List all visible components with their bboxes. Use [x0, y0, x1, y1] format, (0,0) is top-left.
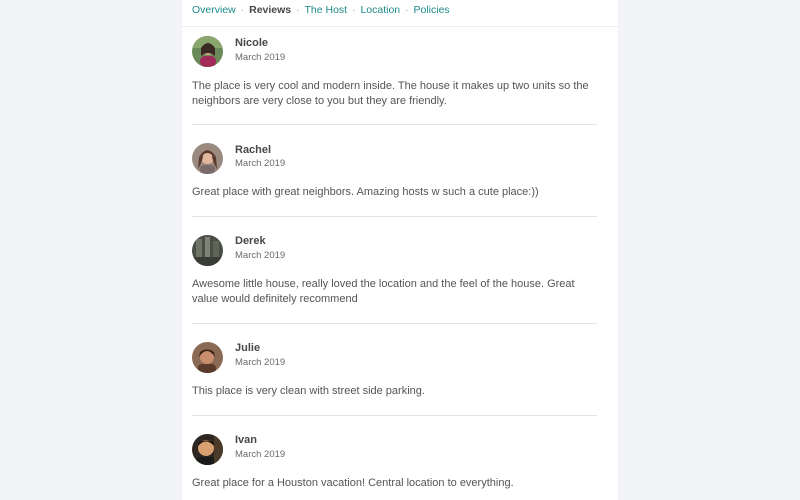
review-text: Awesome little house, really loved the l… [192, 278, 575, 305]
review-divider [192, 415, 597, 416]
review-date: March 2019 [235, 250, 286, 261]
review-date: March 2019 [235, 357, 286, 368]
review-item: Ivan March 2019 Great place for a Housto… [192, 434, 597, 500]
reviewer-name[interactable]: Derek [235, 235, 266, 247]
reviewer-name[interactable]: Rachel [235, 144, 271, 156]
reviewer-name[interactable]: Ivan [235, 434, 257, 446]
nav-separator: · [296, 4, 300, 16]
nav-separator: · [240, 4, 245, 16]
reviewer-name[interactable]: Nicole [235, 37, 268, 49]
review-text: Great place with great neighbors. Amazin… [192, 186, 539, 198]
review-date: March 2019 [235, 449, 286, 460]
review-item: Julie March 2019 This place is very clea… [192, 342, 597, 407]
review-divider [192, 216, 597, 217]
reviewer-name[interactable]: Julie [235, 342, 260, 354]
reviews-panel: Overview · Reviews · The Host · Location… [182, 0, 618, 500]
nav-policies-link[interactable]: Policies [413, 4, 449, 16]
reviewer-avatar[interactable] [192, 342, 223, 373]
review-divider [192, 323, 597, 324]
review-date: March 2019 [235, 52, 286, 63]
nav-separator: · [352, 4, 356, 16]
review-text: Great place for a Houston vacation! Cent… [192, 477, 514, 489]
reviewer-avatar[interactable] [192, 235, 223, 266]
reviewer-avatar[interactable] [192, 143, 223, 174]
nav-separator: · [405, 4, 409, 16]
nav-location-link[interactable]: Location [360, 4, 400, 16]
review-item: Derek March 2019 Awesome little house, r… [192, 235, 597, 315]
review-text: The place is very cool and modern inside… [192, 80, 589, 107]
nav-divider [182, 26, 618, 27]
review-item: Rachel March 2019 Great place with great… [192, 143, 597, 208]
review-divider [192, 124, 597, 125]
nav-overview-link[interactable]: Overview [192, 4, 236, 16]
reviewer-avatar[interactable] [192, 36, 223, 67]
nav-reviews-link[interactable]: Reviews [249, 4, 291, 16]
review-item: Nicole March 2019 The place is very cool… [192, 36, 597, 116]
review-text: This place is very clean with street sid… [192, 385, 425, 397]
review-date: March 2019 [235, 158, 286, 169]
nav-the-host-link[interactable]: The Host [304, 4, 347, 16]
reviewer-avatar[interactable] [192, 434, 223, 465]
section-nav: Overview · Reviews · The Host · Location… [192, 3, 450, 17]
